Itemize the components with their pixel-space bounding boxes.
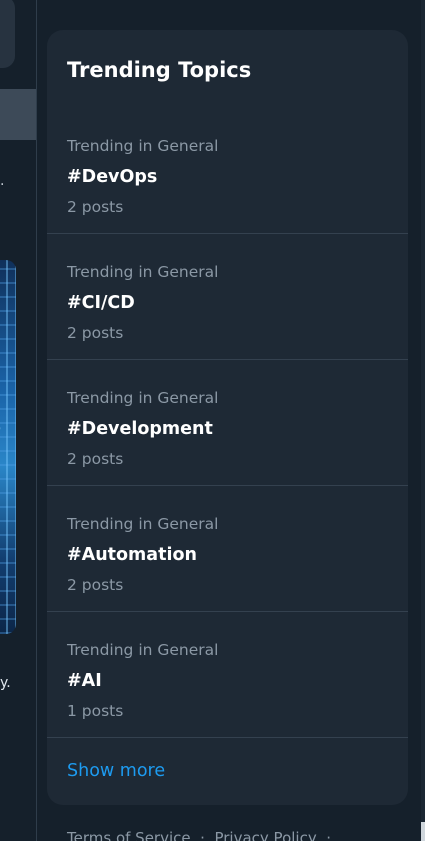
trending-item[interactable]: Trending in General #CI/CD 2 posts: [47, 234, 408, 360]
trending-post-count: 2 posts: [67, 450, 124, 468]
trending-title: Trending Topics: [67, 58, 252, 82]
post-meta-separator: ·: [0, 177, 5, 193]
trending-hashtag: #Development: [67, 419, 213, 439]
scrollbar-track[interactable]: [421, 0, 425, 841]
feed-tab-bar[interactable]: [0, 89, 36, 140]
trending-topics-card: Trending Topics Trending in General #Dev…: [47, 30, 408, 805]
trending-post-count: 2 posts: [67, 576, 124, 594]
search-box[interactable]: [0, 0, 15, 68]
post-text-fragment: y.: [0, 675, 11, 691]
scrollbar-thumb[interactable]: [421, 822, 425, 841]
trending-hashtag: #CI/CD: [67, 293, 135, 313]
show-more-link[interactable]: Show more: [67, 760, 165, 782]
trending-context: Trending in General: [67, 263, 219, 281]
trending-post-count: 1 posts: [67, 702, 124, 720]
trending-hashtag: #Automation: [67, 545, 197, 565]
footer-separator: ·: [321, 829, 336, 841]
trending-item[interactable]: Trending in General #DevOps 2 posts: [47, 108, 408, 234]
main-feed-column: · y.: [0, 0, 37, 841]
trending-post-count: 2 posts: [67, 324, 124, 342]
trending-context: Trending in General: [67, 641, 219, 659]
trending-context: Trending in General: [67, 137, 219, 155]
trending-hashtag: #DevOps: [67, 167, 158, 187]
footer-separator: ·: [195, 829, 210, 841]
privacy-policy-link[interactable]: Privacy Policy: [214, 829, 316, 841]
trending-context: Trending in General: [67, 515, 219, 533]
footer-links: Terms of Service · Privacy Policy ·: [67, 828, 336, 841]
trending-post-count: 2 posts: [67, 198, 124, 216]
trending-item[interactable]: Trending in General #Development 2 posts: [47, 360, 408, 486]
terms-of-service-link[interactable]: Terms of Service: [67, 829, 191, 841]
app-page: · y. Trending Topics Trending in General…: [0, 0, 425, 841]
trending-hashtag: #AI: [67, 671, 102, 691]
post-image[interactable]: [0, 260, 16, 634]
trending-context: Trending in General: [67, 389, 219, 407]
trending-item[interactable]: Trending in General #Automation 2 posts: [47, 486, 408, 612]
trending-item[interactable]: Trending in General #AI 1 posts: [47, 612, 408, 738]
